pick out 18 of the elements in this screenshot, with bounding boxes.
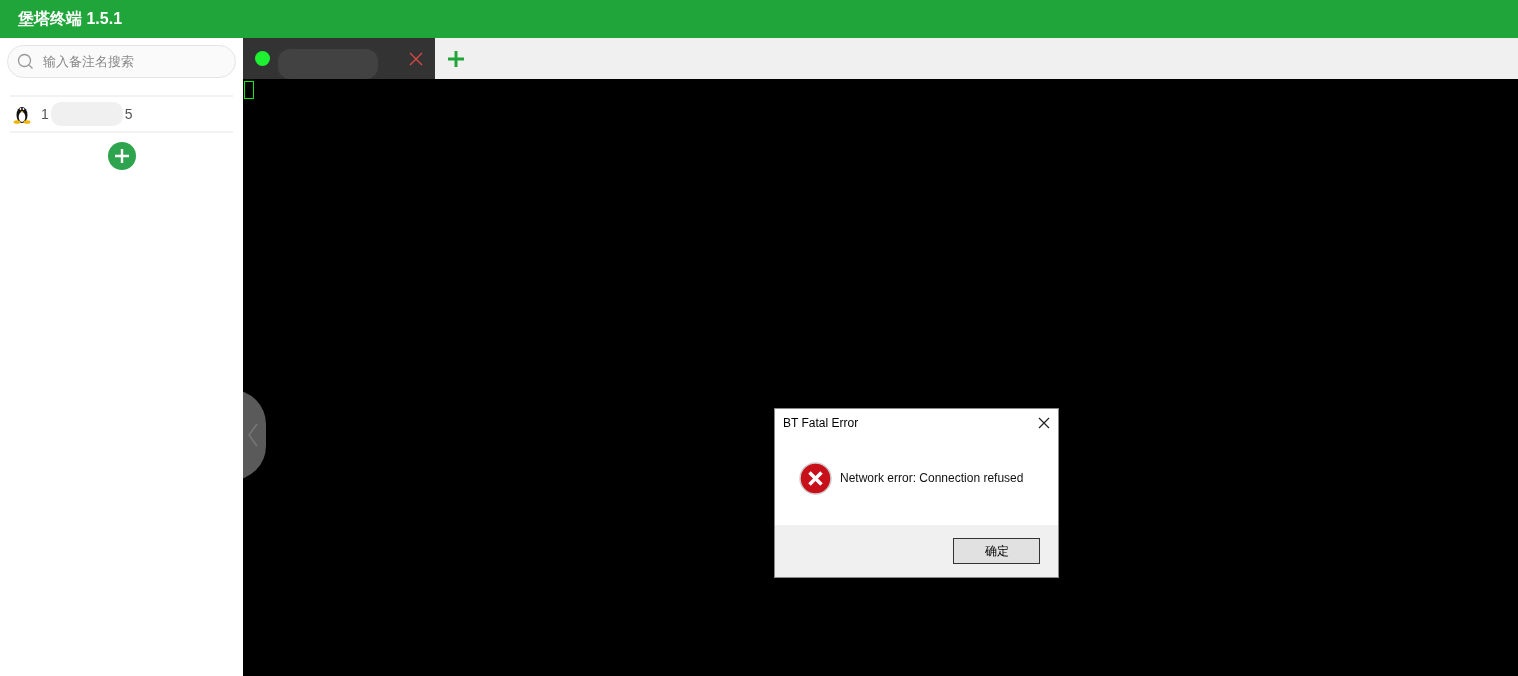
chevron-left-icon [248, 423, 258, 447]
plus-icon [447, 49, 465, 68]
error-message: Network error: Connection refused [840, 470, 1024, 487]
app-title: 堡塔终端 1.5.1 [18, 9, 123, 29]
search-field[interactable]: 输入备注名搜索 [7, 45, 236, 78]
penguin-icon [13, 104, 31, 124]
add-host-button[interactable] [107, 142, 136, 170]
terminal-tab[interactable] [243, 38, 435, 79]
ok-button[interactable]: 确定 [953, 538, 1040, 564]
dialog-title: BT Fatal Error [783, 415, 859, 432]
host-label-end: 5 [124, 104, 133, 124]
cursor [244, 81, 254, 99]
search-icon [17, 53, 34, 70]
terminal[interactable]: BT Fatal Error Network error: Connection refused 确定 [243, 79, 1518, 676]
close-icon[interactable] [1038, 417, 1050, 429]
plus-icon [113, 148, 130, 164]
host-label-start: 1 [41, 104, 49, 124]
error-icon [799, 461, 832, 495]
